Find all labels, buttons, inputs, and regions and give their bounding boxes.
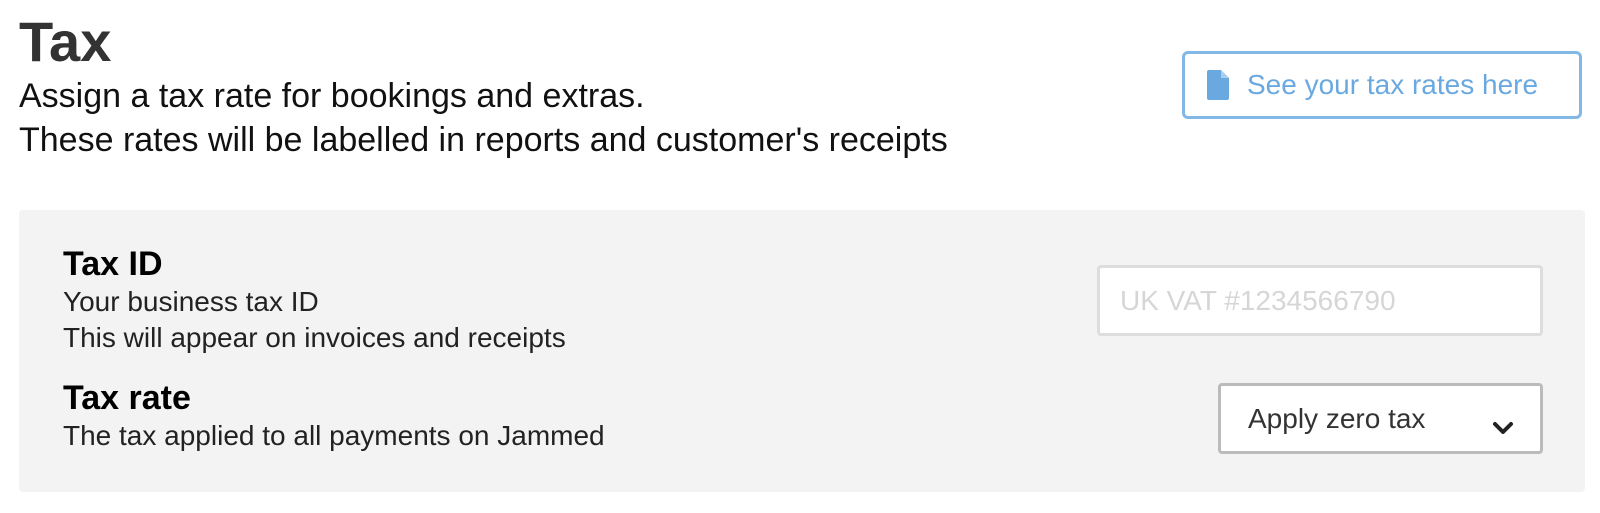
document-icon <box>1207 70 1229 100</box>
page-description-line-2: These rates will be labelled in reports … <box>19 121 948 159</box>
tax-rate-label-group: Tax rate The tax applied to all payments… <box>63 378 605 454</box>
page-title: Tax <box>19 10 112 73</box>
tax-id-title: Tax ID <box>63 245 163 283</box>
tax-rate-selected-value: Apply zero tax <box>1248 402 1426 434</box>
tax-id-description-line-1: Your business tax ID <box>63 286 319 317</box>
tax-id-description-line-2: This will appear on invoices and receipt… <box>63 322 566 353</box>
tax-rate-title: Tax rate <box>63 379 191 417</box>
tax-settings-panel: Tax ID Your business tax ID This will ap… <box>19 210 1585 492</box>
tax-rate-description: The tax applied to all payments on Jamme… <box>63 420 605 451</box>
page-description-line-1: Assign a tax rate for bookings and extra… <box>19 77 645 115</box>
chevron-down-icon <box>1492 411 1514 434</box>
tax-rate-select[interactable]: Apply zero tax <box>1218 383 1543 454</box>
see-tax-rates-label: See your tax rates here <box>1247 69 1539 100</box>
see-tax-rates-button[interactable]: See your tax rates here <box>1182 51 1582 119</box>
page-header: Tax Assign a tax rate for bookings and e… <box>19 10 1119 162</box>
tax-id-label-group: Tax ID Your business tax ID This will ap… <box>63 244 566 356</box>
tax-id-input[interactable] <box>1097 265 1543 336</box>
